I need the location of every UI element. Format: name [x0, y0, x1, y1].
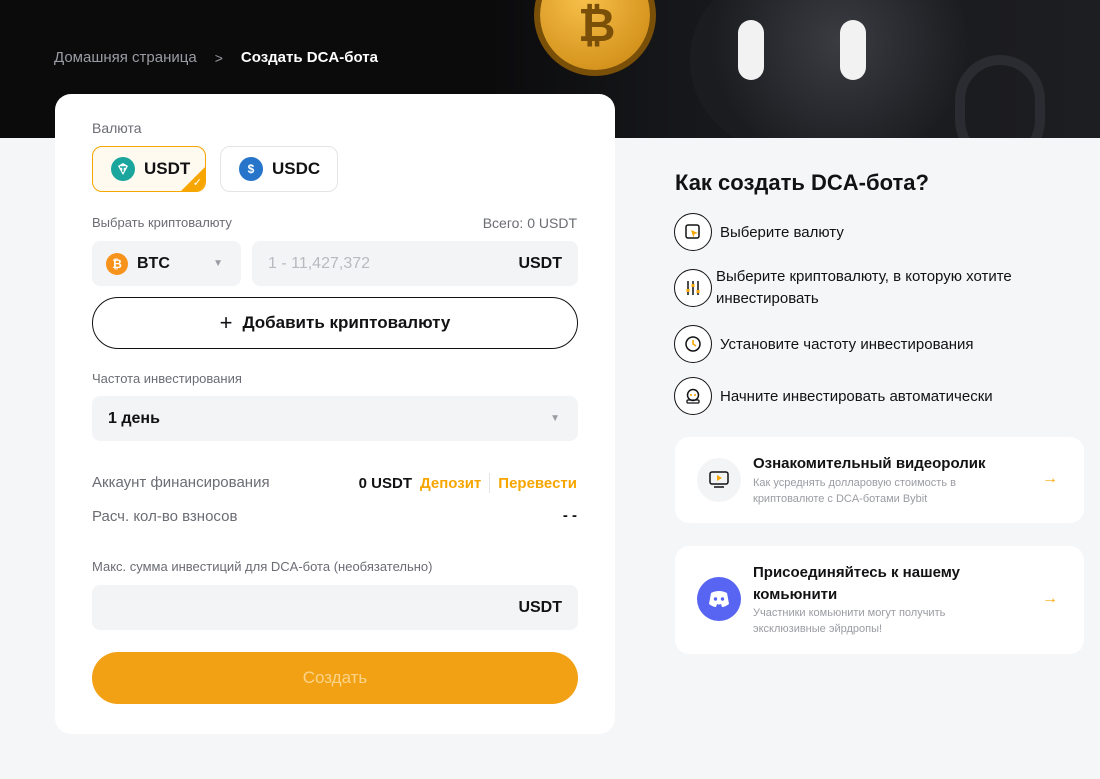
video-play-icon — [697, 458, 741, 502]
divider — [489, 473, 491, 493]
max-investment-unit: USDT — [518, 598, 562, 616]
plus-icon: + — [219, 310, 233, 335]
sliders-icon — [674, 269, 712, 307]
chevron-down-icon: ▼ — [213, 258, 223, 269]
chevron-down-icon: ▼ — [550, 413, 560, 424]
bitcoin-icon: ₿ — [106, 252, 128, 275]
funding-balance: 0 USDT — [358, 474, 413, 492]
arrow-right-icon: → — [1042, 590, 1058, 607]
promo-video-card[interactable]: Ознакомительный видеоролик Как усреднять… — [675, 437, 1084, 523]
clock-icon — [674, 325, 712, 363]
frequency-label: Частота инвестирования — [92, 371, 242, 386]
breadcrumb-current: Создать DCA-бота — [240, 49, 378, 66]
cursor-select-icon — [674, 213, 712, 251]
promo-title: Присоединяйтесь к нашему комьюнити — [753, 564, 960, 603]
currency-option-usdc[interactable]: $ USDC — [220, 146, 338, 192]
amount-input[interactable]: 1 - 11,427,372 USDT — [252, 241, 578, 286]
guide-step-2: Выберите криптовалюту, в которую хотите … — [674, 266, 1054, 310]
frequency-select[interactable]: 1 день ▼ — [92, 396, 578, 441]
add-crypto-button[interactable]: + Добавить криптовалюту — [92, 297, 578, 349]
max-investment-input[interactable]: USDT — [92, 585, 578, 630]
guide-step-text: Выберите валюту — [720, 223, 844, 241]
amount-unit: USDT — [518, 254, 562, 272]
promo-subtitle: Участники комьюнити могут получить экскл… — [753, 607, 946, 635]
guide-step-text: Установите частоту инвестирования — [720, 335, 974, 353]
robot-headphone-illustration — [955, 55, 1045, 138]
amount-placeholder: 1 - 11,427,372 — [268, 254, 371, 272]
breadcrumb: Домашняя страница > Создать DCA-бота — [54, 49, 378, 66]
installments-label: Расч. кол-во взносов — [92, 508, 238, 525]
currency-label: Валюта — [92, 120, 142, 136]
frequency-value: 1 день — [108, 409, 160, 427]
usdc-icon: $ — [239, 157, 263, 181]
guide-step-text: Начните инвестировать автоматически — [720, 387, 993, 405]
guide-title: Как создать DCA-бота? — [675, 170, 929, 195]
promo-subtitle: Как усреднять долларовую стоимость в кри… — [753, 477, 956, 505]
tether-icon — [111, 157, 135, 181]
installments-value: - - — [562, 507, 577, 524]
crypto-select-label: Выбрать криптовалюту — [92, 215, 232, 230]
dca-form-card: Валюта USDT ✓ $ USDC Выбрать криптовалют… — [55, 94, 615, 734]
max-investment-label: Макс. сумма инвестиций для DCA-бота (нео… — [92, 559, 433, 574]
crypto-select-value: BTC — [137, 254, 170, 272]
transfer-link[interactable]: Перевести — [498, 475, 577, 492]
deposit-link[interactable]: Депозит — [420, 475, 481, 492]
add-crypto-label: Добавить криптовалюту — [242, 313, 451, 332]
funding-account-label: Аккаунт финансирования — [92, 474, 270, 491]
guide-step-1: Выберите валюту — [674, 213, 844, 251]
arrow-right-icon: → — [1042, 470, 1058, 487]
robot-illustration — [690, 0, 990, 138]
promo-community-card[interactable]: Присоединяйтесь к нашему комьюнити Участ… — [675, 546, 1084, 654]
breadcrumb-separator: > — [214, 49, 223, 66]
guide-step-text: Выберите криптовалюту, в которую хотите … — [716, 268, 1012, 307]
total-amount: Всего: 0 USDT — [482, 215, 577, 231]
robot-icon — [674, 377, 712, 415]
create-button[interactable]: Создать — [92, 652, 578, 704]
currency-option-usdt[interactable]: USDT ✓ — [92, 146, 206, 192]
discord-icon — [697, 577, 741, 621]
breadcrumb-home-link[interactable]: Домашняя страница — [54, 49, 197, 66]
currency-option-label: USDC — [272, 159, 321, 178]
promo-title: Ознакомительный видеоролик — [753, 455, 986, 472]
funding-account-row: 0 USDT Депозит Перевести — [359, 473, 577, 493]
crypto-select[interactable]: ₿ BTC ▼ — [92, 241, 241, 286]
checkmark-icon: ✓ — [192, 177, 202, 189]
guide-step-4: Начните инвестировать автоматически — [674, 377, 993, 415]
guide-step-3: Установите частоту инвестирования — [674, 325, 974, 363]
